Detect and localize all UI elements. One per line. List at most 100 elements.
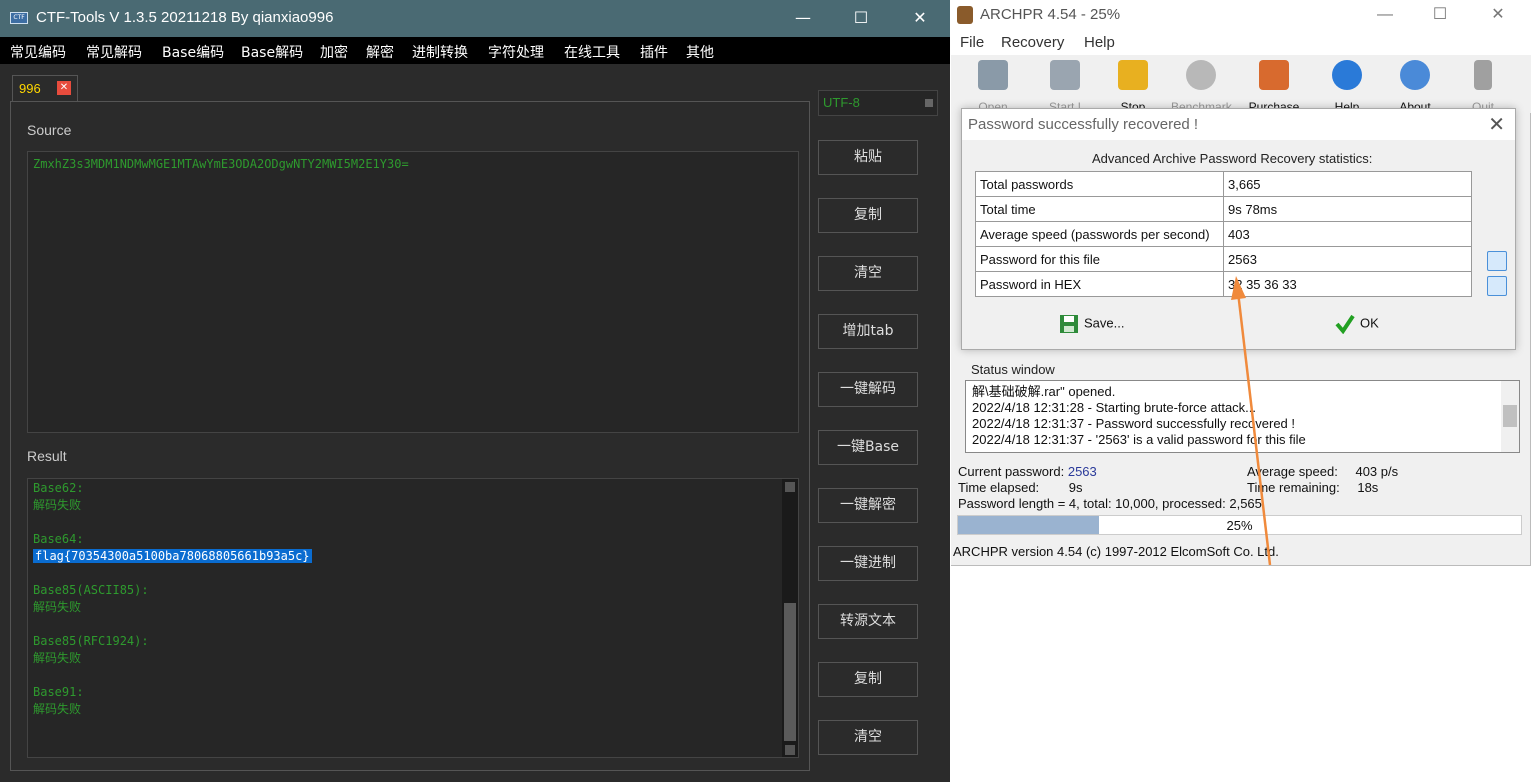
result-base62-value: 解码失败 xyxy=(33,498,82,512)
menu-common-decode[interactable]: 常见解码 xyxy=(86,42,142,62)
stats-heading: Advanced Archive Password Recovery stati… xyxy=(1092,151,1373,166)
log-scroll-thumb[interactable] xyxy=(1503,405,1517,427)
purchase-icon xyxy=(1259,60,1289,90)
save-label: Save... xyxy=(1084,315,1125,331)
toolbar-quit-button[interactable]: Quit xyxy=(1453,60,1513,114)
table-row: Password in HEX 32 35 36 33 xyxy=(975,271,1472,297)
quit-door-icon xyxy=(1474,60,1492,90)
minimize-button[interactable]: — xyxy=(1371,4,1399,26)
menu-file[interactable]: File xyxy=(960,34,984,51)
close-button[interactable]: ✕ xyxy=(1484,4,1512,26)
archpr-title-bar: ARCHPR 4.54 - 25% — ☐ ✕ xyxy=(951,0,1531,31)
result-base91-value: 解码失败 xyxy=(33,702,82,716)
stat-value: 9s 78ms xyxy=(1223,196,1472,222)
maximize-button[interactable]: ☐ xyxy=(846,6,876,30)
result-label: Result xyxy=(27,448,67,464)
clear-result-button[interactable]: 清空 xyxy=(818,720,918,755)
menu-base-encode[interactable]: Base编码 xyxy=(162,42,224,62)
source-label: Source xyxy=(27,122,72,138)
password-length-line: Password length = 4, total: 10,000, proc… xyxy=(958,496,1262,511)
ctf-title-bar: CTF CTF-Tools V 1.3.5 20211218 By qianxi… xyxy=(0,0,950,37)
toolbar-start-button[interactable]: Start ! xyxy=(1035,60,1095,114)
log-scrollbar[interactable] xyxy=(1501,381,1519,452)
result-base85-rfc-value: 解码失败 xyxy=(33,651,82,665)
toolbar-open-button[interactable]: Open xyxy=(963,60,1023,114)
result-textarea[interactable]: Base62: 解码失败 Base64: flag{70354300a5100b… xyxy=(27,478,799,758)
clear-button[interactable]: 清空 xyxy=(818,256,918,291)
add-tab-button[interactable]: 增加tab xyxy=(818,314,918,349)
toolbar-stop-button[interactable]: Stop xyxy=(1103,60,1163,114)
one-click-base-button[interactable]: 一键Base xyxy=(818,430,918,465)
result-base64-value[interactable]: flag{70354300a5100ba78068805661b93a5c} xyxy=(33,549,312,563)
stop-icon xyxy=(1118,60,1148,90)
about-info-icon xyxy=(1400,60,1430,90)
copy-button[interactable]: 复制 xyxy=(818,198,918,233)
floppy-disk-icon xyxy=(1060,315,1078,333)
current-password-line: Current password: 2563 xyxy=(958,464,1097,479)
tab-996[interactable]: 996 ✕ xyxy=(12,75,78,102)
current-password-value: 2563 xyxy=(1067,464,1097,479)
stat-value-hex[interactable]: 32 35 36 33 xyxy=(1223,271,1472,297)
menu-help[interactable]: Help xyxy=(1084,34,1115,51)
archpr-toolbar: Open Start ! Stop Benchmark Purchase Hel… xyxy=(951,55,1531,114)
stopwatch-icon xyxy=(1186,60,1216,90)
help-question-icon xyxy=(1332,60,1362,90)
stat-key: Total passwords xyxy=(975,171,1224,197)
dialog-title: Password successfully recovered ! xyxy=(968,116,1199,133)
menu-base-decode[interactable]: Base解码 xyxy=(241,42,303,62)
menu-string-process[interactable]: 字符处理 xyxy=(488,42,544,62)
menu-plugins[interactable]: 插件 xyxy=(640,42,668,62)
stat-key: Password in HEX xyxy=(975,271,1224,297)
copy-password-icon[interactable] xyxy=(1487,251,1507,271)
tab-close-icon[interactable]: ✕ xyxy=(57,81,71,95)
stat-key: Average speed (passwords per second) xyxy=(975,221,1224,247)
time-remaining-label: Time remaining: xyxy=(1247,480,1340,495)
ok-label: OK xyxy=(1360,315,1379,331)
time-elapsed-value: 9s xyxy=(1068,480,1083,495)
paste-button[interactable]: 粘贴 xyxy=(818,140,918,175)
table-row: Total time 9s 78ms xyxy=(975,196,1472,222)
archpr-menu-bar: File Recovery Help xyxy=(951,31,1531,55)
stat-value: 3,665 xyxy=(1223,171,1472,197)
menu-common-encode[interactable]: 常见编码 xyxy=(10,42,66,62)
menu-recovery[interactable]: Recovery xyxy=(1001,34,1064,51)
archpr-app-icon xyxy=(957,6,973,24)
ctf-app-icon: CTF xyxy=(10,12,28,24)
stat-value-password[interactable]: 2563 xyxy=(1223,246,1472,272)
result-scrollbar[interactable] xyxy=(782,479,798,757)
toolbar-benchmark-button[interactable]: Benchmark xyxy=(1171,60,1232,114)
scroll-up-arrow-icon[interactable] xyxy=(785,482,795,492)
menu-online-tools[interactable]: 在线工具 xyxy=(564,42,620,62)
progress-bar: 25% xyxy=(957,515,1522,535)
status-log[interactable]: 解\基础破解.rar" opened. 2022/4/18 12:31:28 -… xyxy=(965,380,1520,453)
toolbar-purchase-button[interactable]: Purchase xyxy=(1244,60,1304,114)
copy-hex-icon[interactable] xyxy=(1487,276,1507,296)
ctf-menu-bar: 常见编码 常见解码 Base编码 Base解码 加密 解密 进制转换 字符处理 … xyxy=(0,37,950,64)
save-button[interactable]: Save... xyxy=(1059,314,1124,334)
password-recovered-dialog: Password successfully recovered ! ✕ Adva… xyxy=(961,108,1516,350)
scroll-thumb[interactable] xyxy=(784,603,796,741)
copy-result-button[interactable]: 复制 xyxy=(818,662,918,697)
close-button[interactable]: ✕ xyxy=(905,6,935,30)
minimize-button[interactable]: — xyxy=(788,6,818,30)
one-click-decode-button[interactable]: 一键解码 xyxy=(818,372,918,407)
dialog-close-icon[interactable]: ✕ xyxy=(1488,112,1505,137)
one-click-radix-button[interactable]: 一键进制 xyxy=(818,546,918,581)
maximize-button[interactable]: ☐ xyxy=(1426,4,1454,26)
ok-button[interactable]: OK xyxy=(1335,314,1379,334)
menu-encrypt[interactable]: 加密 xyxy=(320,42,348,62)
menu-other[interactable]: 其他 xyxy=(686,42,714,62)
menu-radix-convert[interactable]: 进制转换 xyxy=(412,42,468,62)
stats-table: Total passwords 3,665 Total time 9s 78ms… xyxy=(975,171,1472,297)
table-row: Password for this file 2563 xyxy=(975,246,1472,272)
dropdown-icon xyxy=(925,99,933,107)
one-click-decrypt-button[interactable]: 一键解密 xyxy=(818,488,918,523)
to-source-button[interactable]: 转源文本 xyxy=(818,604,918,639)
menu-decrypt[interactable]: 解密 xyxy=(366,42,394,62)
scroll-down-arrow-icon[interactable] xyxy=(785,745,795,755)
toolbar-help-button[interactable]: Help xyxy=(1317,60,1377,114)
source-textarea[interactable]: ZmxhZ3s3MDM1NDMwMGE1MTAwYmE3ODA2ODgwNTY2… xyxy=(27,151,799,433)
log-line: 2022/4/18 12:31:37 - '2563' is a valid p… xyxy=(972,432,1306,447)
toolbar-about-button[interactable]: About xyxy=(1385,60,1445,114)
encoding-select[interactable]: UTF-8 xyxy=(818,90,938,116)
